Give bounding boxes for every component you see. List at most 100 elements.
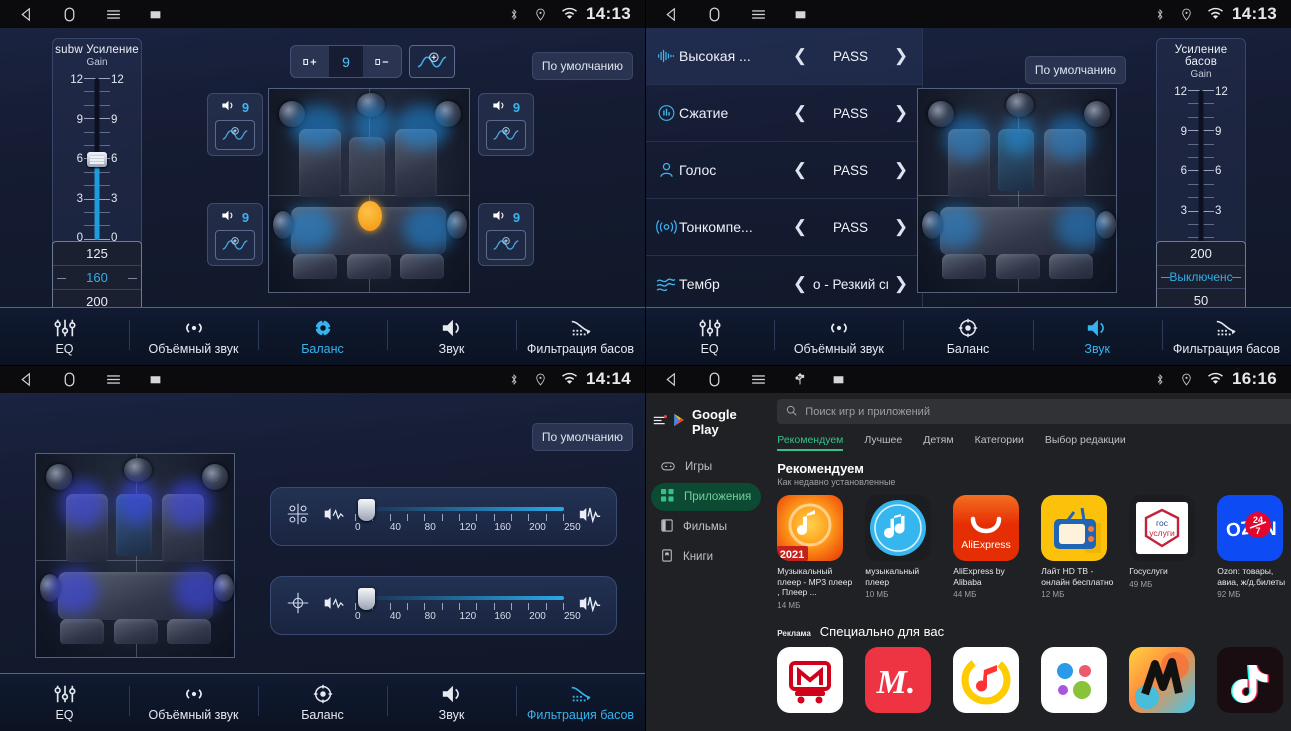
nav-item-balance[interactable]: Баланс [903,308,1032,365]
car-cabin-balance[interactable] [268,88,470,293]
subwoofer-target-icon[interactable] [285,590,311,621]
sound-row-highpass[interactable]: Высокая ... ❮ PASS ❯ [645,28,922,85]
four-speaker-icon[interactable] [285,501,311,532]
app-card[interactable] [1217,646,1291,713]
screenshot-icon[interactable] [149,373,162,386]
back-triangle-icon[interactable] [663,6,680,23]
wave-plus-icon[interactable] [215,120,255,150]
app-card[interactable]: музыкальный плеер 10 МБ [865,495,943,610]
nav-item-surround[interactable]: Объёмный звук [129,308,258,365]
balance-focus-point[interactable] [358,201,382,231]
app-card[interactable]: AliExpress AliExpress by Alibaba 44 МБ [953,495,1031,610]
screenshot-icon[interactable] [149,8,162,21]
bass-gain-slider[interactable]: 12 9 6 3 0 12 9 6 3 0 [1165,86,1237,256]
sidebar-item-apps[interactable]: Приложения [651,483,762,511]
home-icon[interactable] [706,6,723,23]
sound-row-voice[interactable]: Голос ❮ PASS ❯ [645,142,922,199]
freq-current[interactable]: Выключенс [1157,265,1245,289]
back-triangle-icon[interactable] [663,371,680,388]
sound-row-compression[interactable]: Сжатие ❮ PASS ❯ [645,85,922,142]
hamburger-icon[interactable] [749,6,768,23]
gain-knob[interactable] [87,152,107,167]
nav-item-bassfilter[interactable]: Фильтрация басов [1161,308,1291,365]
app-card[interactable] [953,646,1031,713]
default-button-p1[interactable]: По умолчанию [531,52,633,80]
sidebar-item-books[interactable]: Книги [651,543,761,571]
chevron-right-icon[interactable]: ❯ [888,274,914,294]
nav-item-bassfilter[interactable]: Фильтрация басов [516,308,645,365]
nav-item-sound[interactable]: Звук [387,308,516,365]
gain-slider[interactable]: 12 9 6 3 0 12 9 6 3 0 [61,74,133,244]
volume-down-icon[interactable] [363,46,401,77]
back-triangle-icon[interactable] [18,371,35,388]
home-icon[interactable] [706,371,723,388]
nav-item-eq[interactable]: EQ [0,308,129,365]
search-input[interactable]: Поиск игр и приложений [777,399,1291,424]
nav-item-sound[interactable]: Звук [1032,308,1162,365]
chevron-right-icon[interactable]: ❯ [888,103,914,123]
bass-slider-track-2[interactable]: 0 40 80 120 160 200 250 [355,587,581,624]
screenshot-icon[interactable] [794,8,807,21]
wave-plus-icon[interactable] [486,120,526,150]
default-button-p2[interactable]: По умолчанию [1024,56,1126,84]
app-card[interactable] [1129,646,1207,713]
hamburger-icon[interactable] [104,6,123,23]
app-card[interactable]: Лайт HD ТВ - онлайн бесплатно 12 МБ [1041,495,1119,610]
home-icon[interactable] [61,6,78,23]
nav-item-eq[interactable]: EQ [0,674,129,731]
tab-editors-choice[interactable]: Выбор редакции [1045,434,1126,451]
volume-up-icon[interactable] [291,46,329,77]
hamburger-icon[interactable] [104,371,123,388]
speaker-chip-front-left[interactable]: 9 [207,93,263,156]
chevron-left-icon[interactable]: ❮ [787,160,813,180]
bass-slider-knob-1[interactable] [358,498,376,521]
bass-slider-knob-2[interactable] [358,587,376,610]
tab-best[interactable]: Лучшее [864,434,902,451]
sound-row-timbre[interactable]: Тембр ❮ о - Резкий спа ❯ [645,256,922,313]
tab-recommended[interactable]: Рекомендуем [777,434,844,451]
default-button-p3[interactable]: По умолчанию [531,423,633,451]
freq-selector-p1[interactable]: 125 160 200 [52,241,142,315]
chevron-right-icon[interactable]: ❯ [888,160,914,180]
hamburger-badge-icon[interactable] [653,413,667,431]
nav-item-surround[interactable]: Объёмный звук [129,674,258,731]
wave-plus-icon[interactable] [486,230,526,260]
app-card[interactable]: OZN247 Ozon: товары, авиа, ж/д.билеты 92… [1217,495,1291,610]
freq-prev[interactable]: 125 [53,242,141,265]
chevron-left-icon[interactable]: ❮ [787,103,813,123]
speaker-chip-rear-left[interactable]: 9 [207,203,263,266]
speaker-chip-rear-right[interactable]: 9 [478,203,534,266]
chevron-right-icon[interactable]: ❯ [888,46,914,66]
freq-current[interactable]: 160 [53,265,141,290]
nav-item-sound[interactable]: Звук [387,674,516,731]
nav-item-balance[interactable]: Баланс [258,674,387,731]
nav-item-balance[interactable]: Баланс [258,308,387,365]
hamburger-icon[interactable] [749,371,768,388]
nav-item-bassfilter[interactable]: Фильтрация басов [516,674,645,731]
home-icon[interactable] [61,371,78,388]
sound-row-loudness[interactable]: Тонкомпе... ❮ PASS ❯ [645,199,922,256]
app-card[interactable] [777,646,855,713]
nav-item-eq[interactable]: EQ [645,308,774,365]
wave-plus-icon[interactable] [215,230,255,260]
screenshot-icon[interactable] [832,373,845,386]
tab-kids[interactable]: Детям [923,434,953,451]
chevron-right-icon[interactable]: ❯ [888,217,914,237]
freq-prev[interactable]: 200 [1157,242,1245,265]
app-card[interactable]: гос услуги Госуслуги 49 МБ [1129,495,1207,610]
bass-slider-track-1[interactable]: 0 40 80 120 160 200 250 [355,498,581,535]
sidebar-item-movies[interactable]: Фильмы [651,513,761,541]
freq-selector-p2[interactable]: 200 Выключенс 50 [1156,241,1246,314]
chevron-left-icon[interactable]: ❮ [787,217,813,237]
app-card[interactable]: 2021 Музыкальный плеер - MP3 плеер , Пле… [777,495,855,610]
nav-item-surround[interactable]: Объёмный звук [774,308,903,365]
tab-categories[interactable]: Категории [975,434,1024,451]
app-card[interactable]: M. [865,646,943,713]
wave-plus-icon[interactable] [409,45,455,78]
chevron-left-icon[interactable]: ❮ [787,46,813,66]
speaker-chip-front-right[interactable]: 9 [478,93,534,156]
back-triangle-icon[interactable] [18,6,35,23]
app-card[interactable] [1041,646,1119,713]
chevron-left-icon[interactable]: ❮ [787,274,813,294]
sidebar-item-games[interactable]: Игры [651,453,761,481]
